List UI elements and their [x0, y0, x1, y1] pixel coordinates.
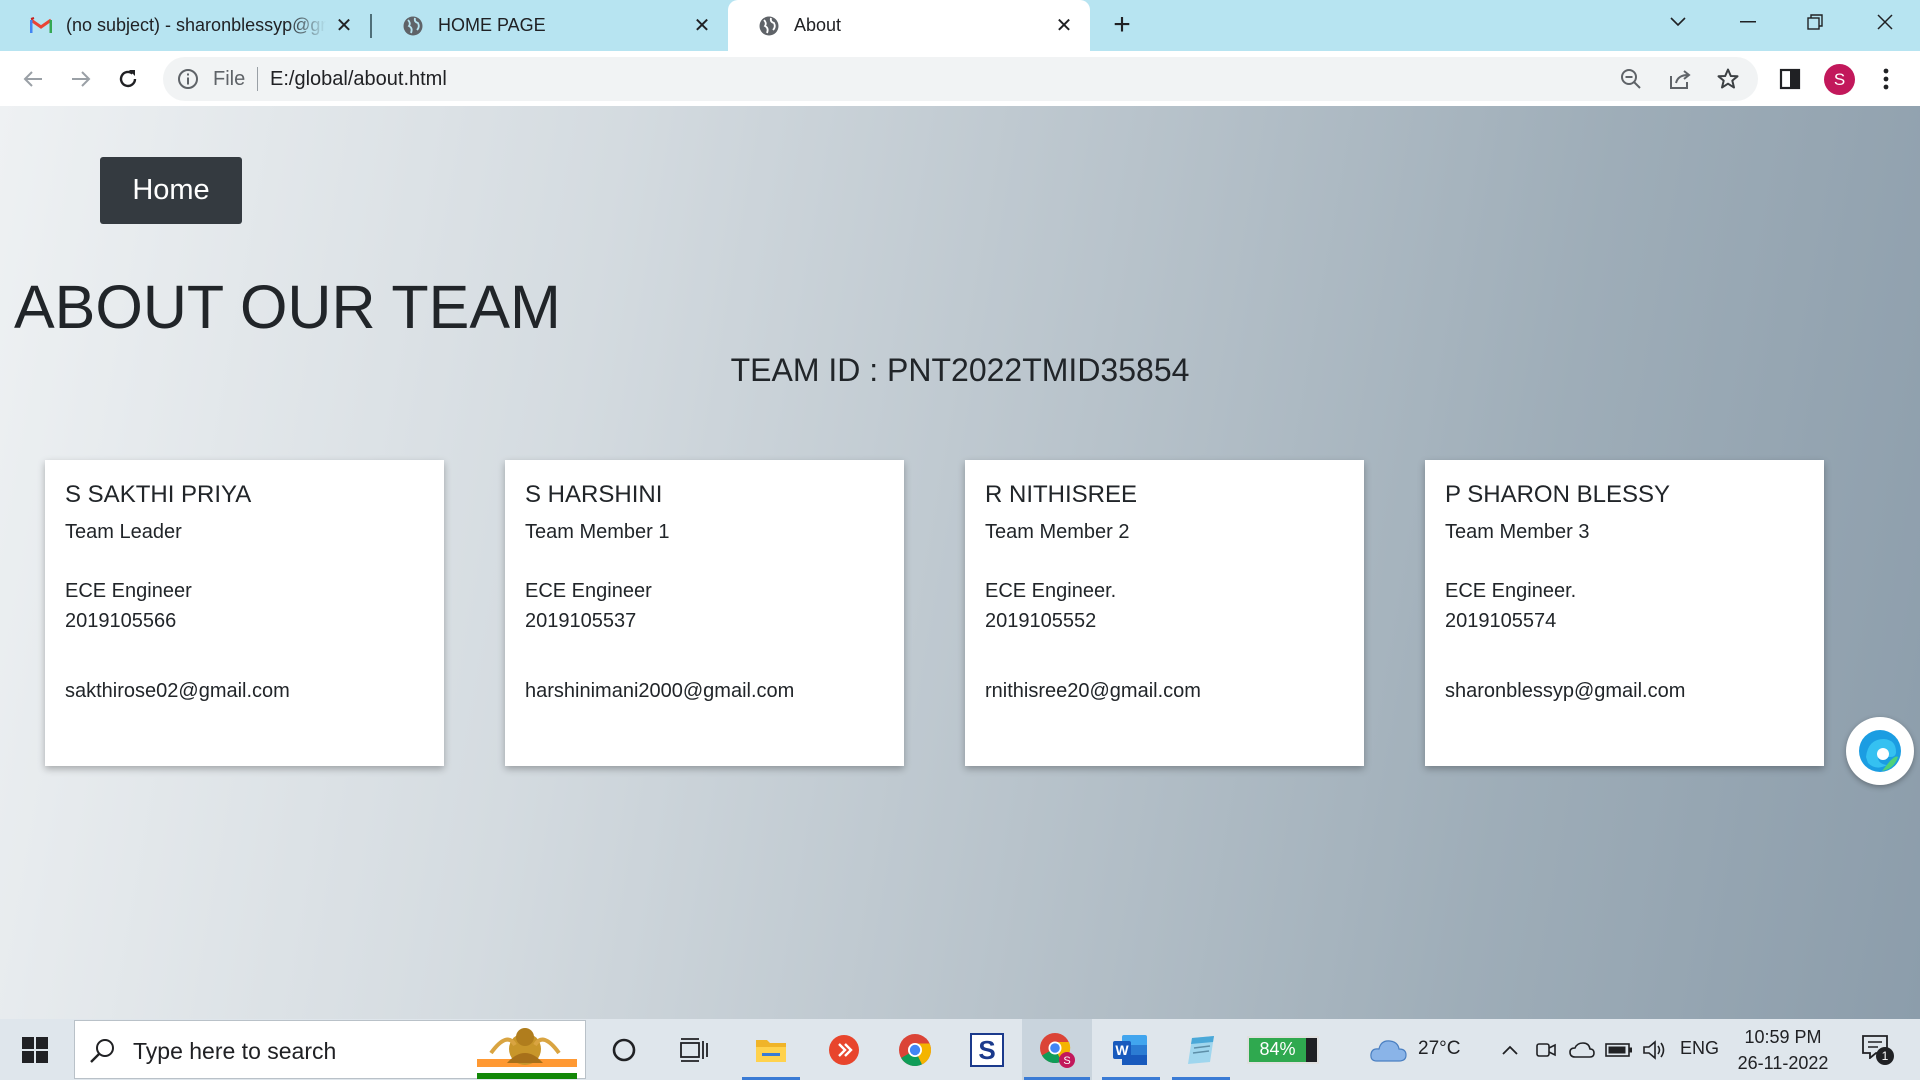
volume-icon[interactable] [1638, 1019, 1672, 1080]
battery-widget[interactable]: 84% [1243, 1019, 1323, 1080]
member-degree: ECE Engineer [525, 580, 652, 602]
close-tab-icon[interactable]: ✕ [690, 13, 714, 37]
chrome-profile-icon[interactable]: S [1022, 1019, 1092, 1080]
share-icon[interactable] [1667, 66, 1693, 92]
member-reg-no: 2019105574 [1445, 610, 1557, 632]
clock-time: 10:59 PM [1744, 1027, 1822, 1047]
profile-avatar[interactable]: S [1824, 64, 1855, 95]
tab-gmail[interactable]: (no subject) - sharonblessyp@gmail.com ✕ [0, 0, 370, 51]
menu-kebab-icon[interactable] [1872, 65, 1900, 93]
close-tab-icon[interactable]: ✕ [332, 13, 356, 37]
member-reg-no: 2019105537 [525, 610, 637, 632]
member-name: S SAKTHI PRIYA [65, 481, 252, 508]
battery-icon[interactable] [1602, 1019, 1636, 1080]
browser-tab-bar: (no subject) - sharonblessyp@gmail.com ✕… [0, 0, 1920, 51]
tab-search-icon[interactable] [1643, 0, 1713, 44]
globe-icon [402, 15, 424, 37]
member-degree: ECE Engineer [65, 580, 192, 602]
system-clock[interactable]: 10:59 PM 26-11-2022 [1733, 1024, 1833, 1076]
tab-title: HOME PAGE [438, 15, 546, 35]
member-name: R NITHISREE [985, 481, 1138, 508]
tab-title: About [794, 15, 842, 35]
member-email: sharonblessyp@gmail.com [1445, 680, 1686, 702]
word-icon[interactable]: W [1097, 1019, 1163, 1080]
taskbar-search-box[interactable]: Type here to search [74, 1020, 586, 1079]
meet-now-icon[interactable] [1531, 1019, 1561, 1080]
svg-text:S: S [978, 1035, 995, 1065]
weather-cloud-icon[interactable] [1366, 1019, 1410, 1080]
chrome-icon[interactable] [884, 1019, 946, 1080]
member-card: S SAKTHI PRIYA Team Leader ECE Engineer … [45, 460, 444, 766]
restore-icon[interactable] [1780, 0, 1850, 44]
member-role: Team Member 2 [985, 521, 1130, 543]
forward-icon[interactable] [64, 62, 98, 96]
member-role: Team Member 3 [1445, 521, 1590, 543]
member-role: Team Member 1 [525, 521, 670, 543]
close-window-icon[interactable] [1850, 0, 1920, 44]
search-icon [89, 1037, 117, 1070]
search-placeholder: Type here to search [133, 1038, 337, 1064]
file-explorer-icon[interactable] [740, 1019, 802, 1080]
url-text[interactable]: E:/global/about.html [270, 68, 447, 91]
tab-title: (no subject) - sharonblessyp@gmail.com [66, 15, 326, 35]
site-info-icon[interactable] [177, 68, 199, 95]
input-language[interactable]: ENG [1680, 1038, 1719, 1059]
scheme-label: File [213, 68, 246, 90]
member-email: sakthirose02@gmail.com [65, 680, 290, 702]
notification-count-badge: 1 [1876, 1046, 1894, 1065]
cortana-icon[interactable] [596, 1019, 652, 1080]
member-card: S HARSHINI Team Member 1 ECE Engineer 20… [505, 460, 904, 766]
address-divider [257, 67, 258, 91]
page-content: Home ABOUT OUR TEAM TEAM ID : PNT2022TMI… [0, 106, 1920, 1019]
side-panel-icon[interactable] [1776, 65, 1804, 93]
code-editor-icon[interactable]: S [956, 1019, 1018, 1080]
tab-home-page[interactable]: HOME PAGE ✕ [372, 0, 728, 51]
close-tab-icon[interactable]: ✕ [1052, 13, 1076, 37]
member-email: rnithisree20@gmail.com [985, 680, 1201, 702]
reload-icon[interactable] [111, 62, 145, 96]
task-view-icon[interactable] [666, 1019, 722, 1080]
member-email: harshinimani2000@gmail.com [525, 680, 795, 702]
member-card: R NITHISREE Team Member 2 ECE Engineer. … [965, 460, 1364, 766]
search-highlight-icon [477, 1023, 577, 1084]
svg-text:W: W [1115, 1042, 1129, 1058]
anydesk-icon[interactable] [813, 1019, 875, 1080]
onedrive-icon[interactable] [1566, 1019, 1598, 1080]
windows-taskbar: Type here to search S S W 84% 27°C ENG 1… [0, 1019, 1920, 1080]
globe-icon [758, 15, 780, 37]
address-bar[interactable]: File E:/global/about.html [163, 57, 1758, 101]
weather-temp[interactable]: 27°C [1418, 1038, 1460, 1060]
page-title: ABOUT OUR TEAM [14, 273, 561, 341]
notepad-icon[interactable] [1168, 1019, 1234, 1080]
zoom-out-icon[interactable] [1618, 66, 1644, 92]
clock-date: 26-11-2022 [1737, 1053, 1829, 1073]
member-role: Team Leader [65, 521, 182, 543]
home-button[interactable]: Home [100, 157, 242, 224]
member-name: P SHARON BLESSY [1445, 481, 1670, 508]
team-id: TEAM ID : PNT2022TMID35854 [730, 352, 1190, 388]
back-icon[interactable] [16, 62, 50, 96]
windows-start-icon[interactable] [0, 1019, 70, 1080]
new-tab-button[interactable]: + [1106, 10, 1138, 42]
member-degree: ECE Engineer. [1445, 580, 1577, 602]
member-reg-no: 2019105552 [985, 610, 1097, 632]
minimize-icon[interactable] [1713, 0, 1783, 44]
member-name: S HARSHINI [525, 481, 663, 508]
svg-text:S: S [1063, 1055, 1070, 1067]
gmail-icon [30, 15, 52, 37]
notification-center-icon[interactable]: 1 [1852, 1019, 1902, 1080]
show-hidden-icons[interactable] [1494, 1019, 1526, 1080]
member-degree: ECE Engineer. [985, 580, 1117, 602]
bookmark-star-icon[interactable] [1715, 66, 1741, 92]
member-reg-no: 2019105566 [65, 610, 177, 632]
member-card: P SHARON BLESSY Team Member 3 ECE Engine… [1425, 460, 1824, 766]
tab-about[interactable]: About ✕ [728, 0, 1090, 51]
edge-sidebar-icon[interactable] [1846, 717, 1914, 785]
battery-percent: 84% [1259, 1039, 1296, 1059]
browser-toolbar: File E:/global/about.html S [0, 51, 1920, 107]
